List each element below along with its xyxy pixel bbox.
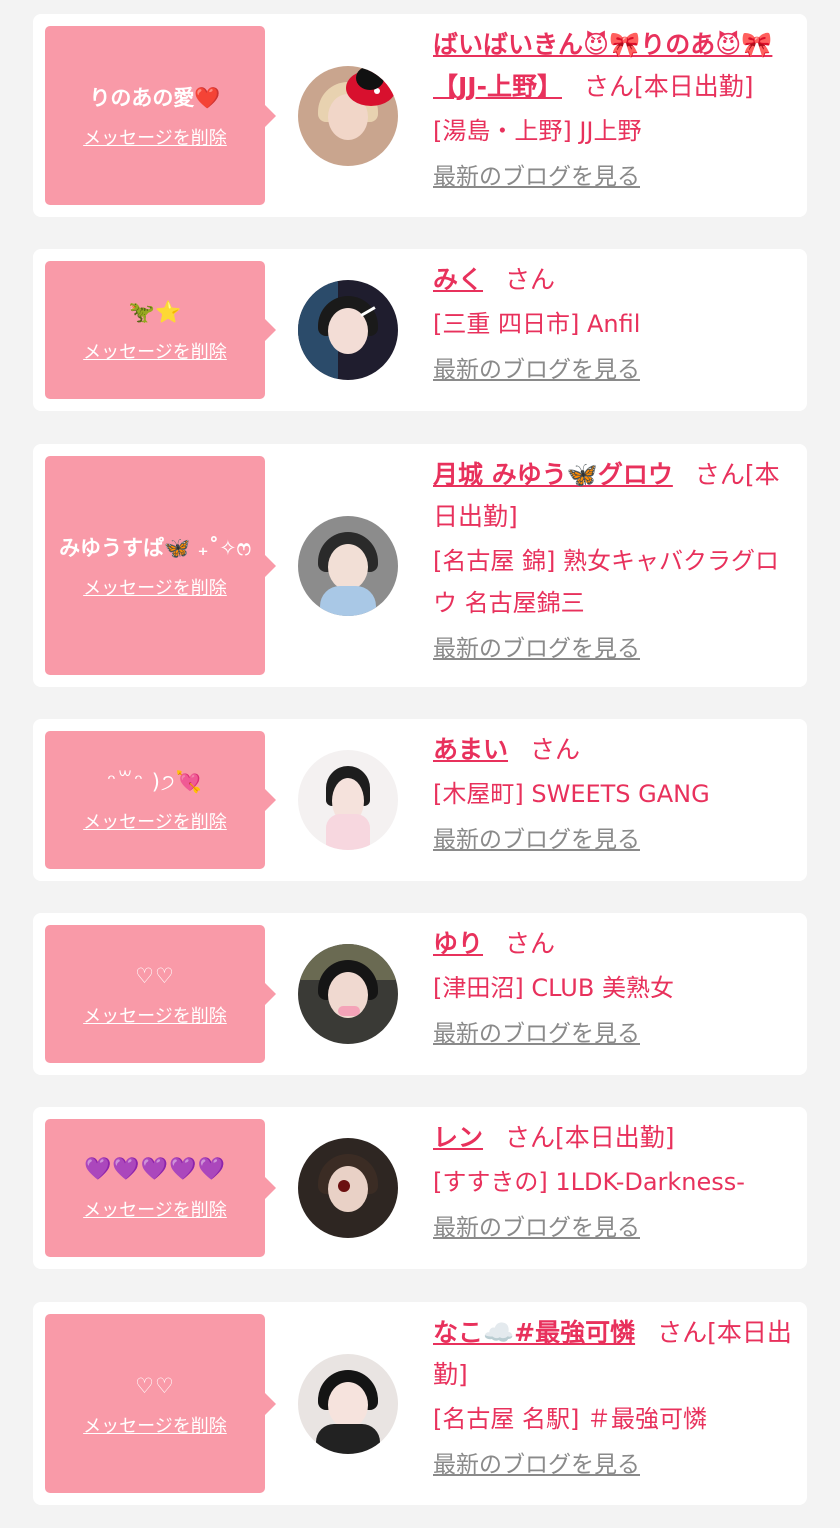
memo-bubble: 🦖⭐ メッセージを削除 (45, 261, 276, 399)
latest-blog-link[interactable]: 最新のブログを見る (433, 632, 640, 666)
avatar[interactable] (298, 1353, 398, 1454)
shop-link[interactable]: [木屋町] SWEETS GANG (433, 773, 793, 815)
memo-bubble: 💜💜💜💜💜 メッセージを削除 (45, 1119, 276, 1257)
favorite-card: 💜💜💜💜💜 メッセージを削除 レン さん[本日出勤] [すすきの] 1LDK-Da… (33, 1107, 807, 1269)
cast-name-link[interactable]: ゆり (433, 929, 483, 958)
avatar[interactable] (298, 515, 398, 616)
delete-message-link[interactable]: メッセージを削除 (83, 1002, 227, 1028)
cast-suffix: さん (505, 265, 556, 294)
memo-text: りのあの愛❤️ (89, 85, 221, 110)
delete-message-link[interactable]: メッセージを削除 (83, 338, 227, 364)
cast-suffix: さん (505, 929, 556, 958)
memo-text: みゆうすぱ🦋 ₊˚✧ෆ (59, 535, 251, 560)
avatar[interactable] (298, 280, 398, 380)
cast-title: 月城 みゆう🦋グロウ さん[本日出勤] (433, 454, 793, 538)
shop-link[interactable]: [津田沼] CLUB 美熟女 (433, 967, 793, 1009)
memo-bubble: ♡♡ メッセージを削除 (45, 1314, 276, 1493)
favorite-card: ♡♡ メッセージを削除 ゆり さん [津田沼] CLUB 美熟女 最新のブログを見… (33, 913, 807, 1075)
delete-message-link[interactable]: メッセージを削除 (83, 1412, 227, 1438)
favorites-list: りのあの愛❤️ メッセージを削除 ばいばいきん😈🎀りのあ😈🎀【JJ-上野】 さん[… (0, 0, 840, 1528)
delete-message-link[interactable]: メッセージを削除 (83, 1196, 227, 1222)
favorite-card: ᵔ꒳ᵔ )੭💘 メッセージを削除 あまい さん [木屋町] SWEETS GANG… (33, 719, 807, 881)
favorite-card: 🦖⭐ メッセージを削除 みく さん [三重 四日市] Anfil 最新のブログを見… (33, 249, 807, 411)
shop-link[interactable]: [名古屋 名駅] ＃最強可憐 (433, 1398, 793, 1440)
cast-title: なこ☁️#最強可憐 さん[本日出勤] (433, 1312, 793, 1396)
memo-text: 🦖⭐ (128, 300, 182, 324)
favorite-card: りのあの愛❤️ メッセージを削除 ばいばいきん😈🎀りのあ😈🎀【JJ-上野】 さん[… (33, 14, 807, 217)
cast-title: ゆり さん (433, 923, 793, 965)
cast-name-link[interactable]: 月城 みゆう🦋グロウ (433, 460, 673, 489)
delete-message-link[interactable]: メッセージを削除 (83, 808, 227, 834)
cast-title: レン さん[本日出勤] (433, 1117, 793, 1159)
memo-text: ᵔ꒳ᵔ )੭💘 (107, 770, 203, 794)
cast-suffix: さん (530, 735, 581, 764)
latest-blog-link[interactable]: 最新のブログを見る (433, 1448, 640, 1482)
cast-info: あまい さん [木屋町] SWEETS GANG 最新のブログを見る (433, 729, 793, 857)
favorite-card: ♡♡ メッセージを削除 なこ☁️#最強可憐 さん[本日出勤] [名古屋 名駅] ＃… (33, 1302, 807, 1505)
cast-info: ゆり さん [津田沼] CLUB 美熟女 最新のブログを見る (433, 923, 793, 1051)
delete-message-link[interactable]: メッセージを削除 (83, 124, 227, 150)
cast-info: みく さん [三重 四日市] Anfil 最新のブログを見る (433, 259, 793, 387)
memo-bubble: りのあの愛❤️ メッセージを削除 (45, 26, 276, 205)
avatar[interactable] (298, 1138, 398, 1238)
favorite-card: みゆうすぱ🦋 ₊˚✧ෆ メッセージを削除 月城 みゆう🦋グロウ さん[本日出勤] … (33, 444, 807, 687)
cast-suffix: さん[本日出勤] (583, 72, 754, 101)
cast-title: ばいばいきん😈🎀りのあ😈🎀【JJ-上野】 さん[本日出勤] (433, 24, 793, 108)
latest-blog-link[interactable]: 最新のブログを見る (433, 1211, 640, 1245)
cast-info: なこ☁️#最強可憐 さん[本日出勤] [名古屋 名駅] ＃最強可憐 最新のブログを… (433, 1312, 793, 1482)
delete-message-link[interactable]: メッセージを削除 (83, 574, 227, 600)
latest-blog-link[interactable]: 最新のブログを見る (433, 160, 640, 194)
memo-bubble: ᵔ꒳ᵔ )੭💘 メッセージを削除 (45, 731, 276, 869)
memo-text: 💜💜💜💜💜 (84, 1157, 226, 1182)
shop-link[interactable]: [すすきの] 1LDK-Darkness- (433, 1161, 793, 1203)
memo-bubble: ♡♡ メッセージを削除 (45, 925, 276, 1063)
cast-name-link[interactable]: レン (433, 1123, 483, 1152)
latest-blog-link[interactable]: 最新のブログを見る (433, 823, 640, 857)
cast-title: みく さん (433, 259, 793, 301)
shop-link[interactable]: [名古屋 錦] 熟女キャバクラグロウ 名古屋錦三 (433, 540, 793, 624)
cast-name-link[interactable]: なこ☁️#最強可憐 (433, 1318, 635, 1347)
cast-info: 月城 みゆう🦋グロウ さん[本日出勤] [名古屋 錦] 熟女キャバクラグロウ 名古… (433, 454, 793, 666)
memo-text: ♡♡ (135, 964, 175, 988)
avatar[interactable] (298, 750, 398, 850)
avatar[interactable] (298, 65, 398, 166)
shop-link[interactable]: [湯島・上野] JJ上野 (433, 110, 793, 152)
cast-suffix: さん[本日出勤] (505, 1123, 675, 1152)
avatar[interactable] (298, 944, 398, 1044)
cast-name-link[interactable]: あまい (433, 735, 508, 764)
memo-bubble: みゆうすぱ🦋 ₊˚✧ෆ メッセージを削除 (45, 456, 276, 675)
latest-blog-link[interactable]: 最新のブログを見る (433, 353, 640, 387)
shop-link[interactable]: [三重 四日市] Anfil (433, 303, 793, 345)
cast-title: あまい さん (433, 729, 793, 771)
cast-info: レン さん[本日出勤] [すすきの] 1LDK-Darkness- 最新のブログを… (433, 1117, 793, 1245)
memo-text: ♡♡ (135, 1373, 175, 1398)
cast-name-link[interactable]: みく (433, 265, 483, 294)
cast-info: ばいばいきん😈🎀りのあ😈🎀【JJ-上野】 さん[本日出勤] [湯島・上野] JJ上… (433, 24, 793, 194)
latest-blog-link[interactable]: 最新のブログを見る (433, 1017, 640, 1051)
